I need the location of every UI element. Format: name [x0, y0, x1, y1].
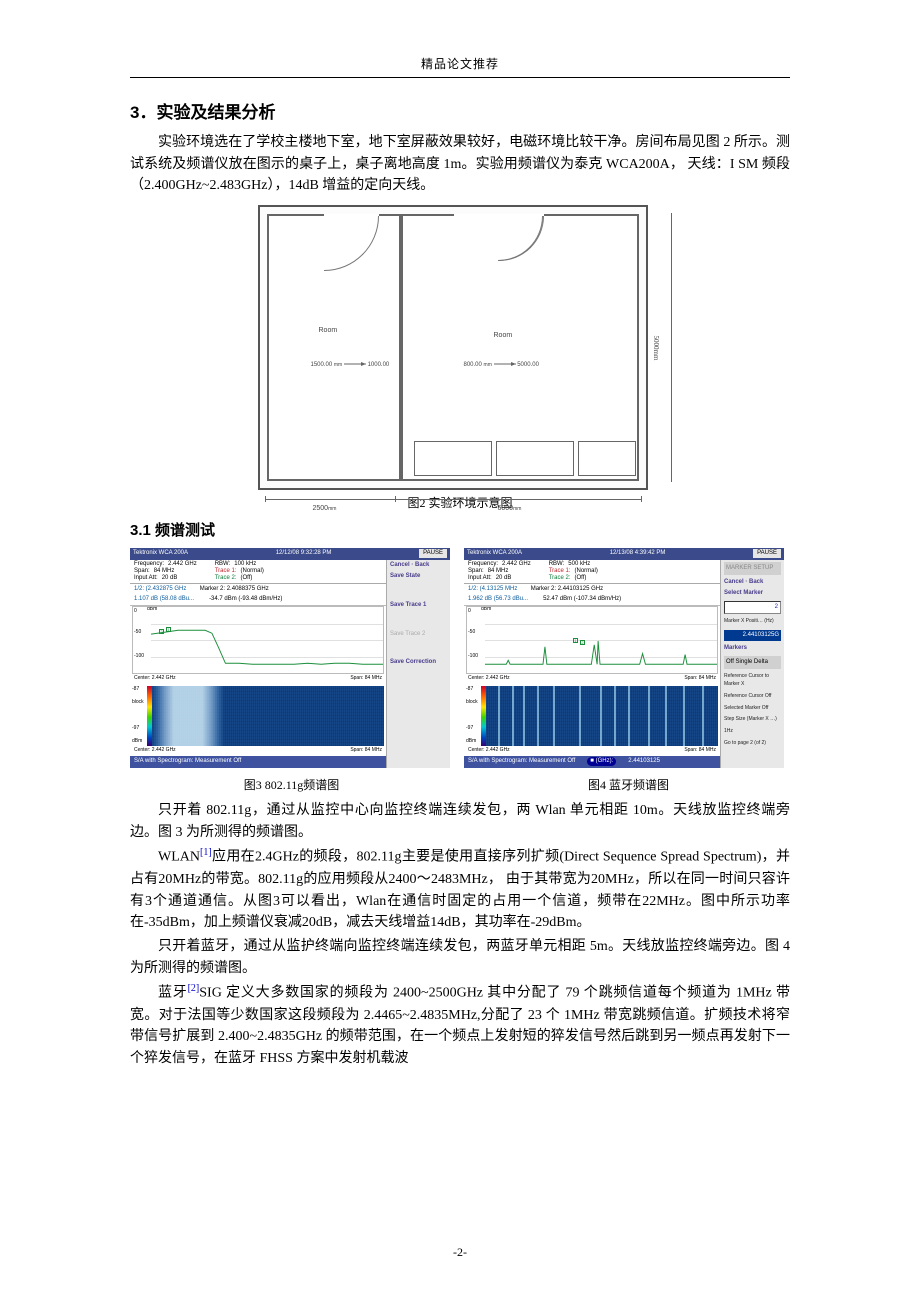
- dim-bottom: 2500mm 6000mm: [258, 492, 663, 518]
- side-step: Step Size (Marker X …): [724, 716, 781, 724]
- para-after-fig-2: WLAN[1]应用在2.4GHz的频段，802.11g主要是使用直接序列扩频(D…: [130, 845, 790, 933]
- pause-badge: PAUSE: [419, 549, 447, 558]
- fig4-side-menu: MARKER SETUP Cancel · Back Select Marker…: [720, 560, 784, 768]
- figure-4-spectrum-bluetooth: Tektronix WCA 200A 12/13/08 4:39:42 PM P…: [464, 548, 784, 768]
- page-number: -2-: [0, 1243, 920, 1262]
- header-rule: [130, 77, 790, 78]
- side-save-correction[interactable]: Save Correction: [390, 659, 447, 666]
- fig4-spgram-footer: Center: 2.442 GHzSpan: 84 MHz: [464, 746, 720, 756]
- fig3-spectrogram: -87block -97dBm: [132, 686, 384, 746]
- side-markers-mode[interactable]: Off Single Delta: [724, 656, 781, 669]
- fig4-plot-footer: Center: 2.442 GHzSpan: 84 MHz: [464, 674, 720, 684]
- side-header: MARKER SETUP: [724, 562, 781, 575]
- fig4-statusbar: S/A with Spectrogram: Measurement Off ■ …: [464, 756, 720, 768]
- pause-badge: PAUSE: [753, 549, 781, 558]
- figure-4-caption: 图4 蓝牙频谱图: [467, 776, 790, 795]
- side-goto-page2[interactable]: Go to page 2 (of 2): [724, 740, 781, 748]
- fig4-marker-info: 1/2: (4.13125 MHz Marker 2: 2.44103125 G…: [464, 584, 720, 606]
- side-save-state[interactable]: Save State: [390, 573, 447, 580]
- dim-right-desk: 800.00 mm 5000.00: [464, 361, 539, 370]
- para-after-fig-1: 只开着 802.11g，通过从监控中心向监控终端连续发包，两 Wlan 单元相距…: [130, 800, 790, 843]
- fig3-plot: dBm 0 -50 -100 1 2: [132, 606, 384, 674]
- side-step-v: 1Hz: [724, 728, 781, 736]
- side-markers: Markers: [724, 645, 781, 652]
- fig3-titlebar: Tektronix WCA 200A 12/12/08 9:32:28 PM P…: [130, 548, 450, 560]
- room-right-label: Room: [494, 331, 513, 342]
- side-marker-xval[interactable]: 2.44103125G: [724, 630, 781, 641]
- fig3-marker-info: 1/2: (2.432875 GHz Marker 2: 2.4088375 G…: [130, 584, 386, 606]
- para-after-fig-3: 只开着蓝牙，通过从监护终端向监控终端连续发包，两蓝牙单元相距 5m。天线放监控终…: [130, 936, 790, 979]
- fig3-side-menu: Cancel · Back Save State Save Trace 1 Sa…: [386, 560, 450, 768]
- fig3-statusbar: S/A with Spectrogram: Measurement Off: [130, 756, 386, 768]
- figure-3-spectrum-80211g: Tektronix WCA 200A 12/12/08 9:32:28 PM P…: [130, 548, 450, 768]
- fig3-spgram-footer: Center: 2.442 GHzSpan: 84 MHz: [130, 746, 386, 756]
- figure-3-caption: 图3 802.11g频谱图: [130, 776, 453, 795]
- fig4-titlebar: Tektronix WCA 200A 12/13/08 4:39:42 PM P…: [464, 548, 784, 560]
- spectrum-figures: Tektronix WCA 200A 12/12/08 9:32:28 PM P…: [130, 548, 790, 768]
- side-cancel[interactable]: Cancel · Back: [390, 562, 447, 569]
- para-after-fig-4: 蓝牙[2]SIG 定义大多数国家的频段为 2400~2500GHz 其中分配了 …: [130, 981, 790, 1069]
- side-save-trace2: Save Trace 2: [390, 631, 447, 638]
- fig3-meta: Frequency:2.442 GHz Span:84 MHz Input At…: [130, 560, 386, 585]
- section-3-intro: 实验环境选在了学校主楼地下室，地下室屏蔽效果较好，电磁环境比较干净。房间布局见图…: [130, 132, 790, 197]
- side-marker-num[interactable]: 2: [724, 601, 781, 614]
- side-ref-off[interactable]: Reference Cursor Off: [724, 693, 781, 701]
- side-sel-off[interactable]: Selected Marker Off: [724, 705, 781, 713]
- room-left-label: Room: [319, 326, 338, 337]
- side-cancel[interactable]: Cancel · Back: [724, 579, 781, 586]
- fig4-spectrogram: -87block -97dBm: [466, 686, 718, 746]
- ref-1[interactable]: [1]: [200, 847, 212, 858]
- side-marker-xpos: Marker X Positi… (Hz): [724, 618, 781, 626]
- figure-2-floorplan: Room Room 1500.00 mm 1000.00 800.00 mm 5…: [258, 205, 663, 490]
- section-3-1-title: 3.1 频谱测试: [130, 519, 790, 542]
- dim-left-desk: 1500.00 mm 1000.00: [311, 361, 390, 370]
- side-select-marker[interactable]: Select Marker: [724, 590, 781, 597]
- section-3-title: 3．实验及结果分析: [130, 100, 790, 126]
- fig4-meta: Frequency:2.442 GHz Span:84 MHz Input At…: [464, 560, 720, 585]
- side-ref-to-mx[interactable]: Reference Cursor to Marker X: [724, 673, 781, 689]
- dim-right-total: 5000mm: [665, 205, 677, 490]
- side-save-trace1[interactable]: Save Trace 1: [390, 602, 447, 609]
- fig3-plot-footer: Center: 2.442 GHzSpan: 84 MHz: [130, 674, 386, 684]
- page-header: 精品论文推荐: [130, 55, 790, 74]
- fig4-plot: dBm 0 -50 -100 1 2: [466, 606, 718, 674]
- ref-2[interactable]: [2]: [188, 983, 200, 994]
